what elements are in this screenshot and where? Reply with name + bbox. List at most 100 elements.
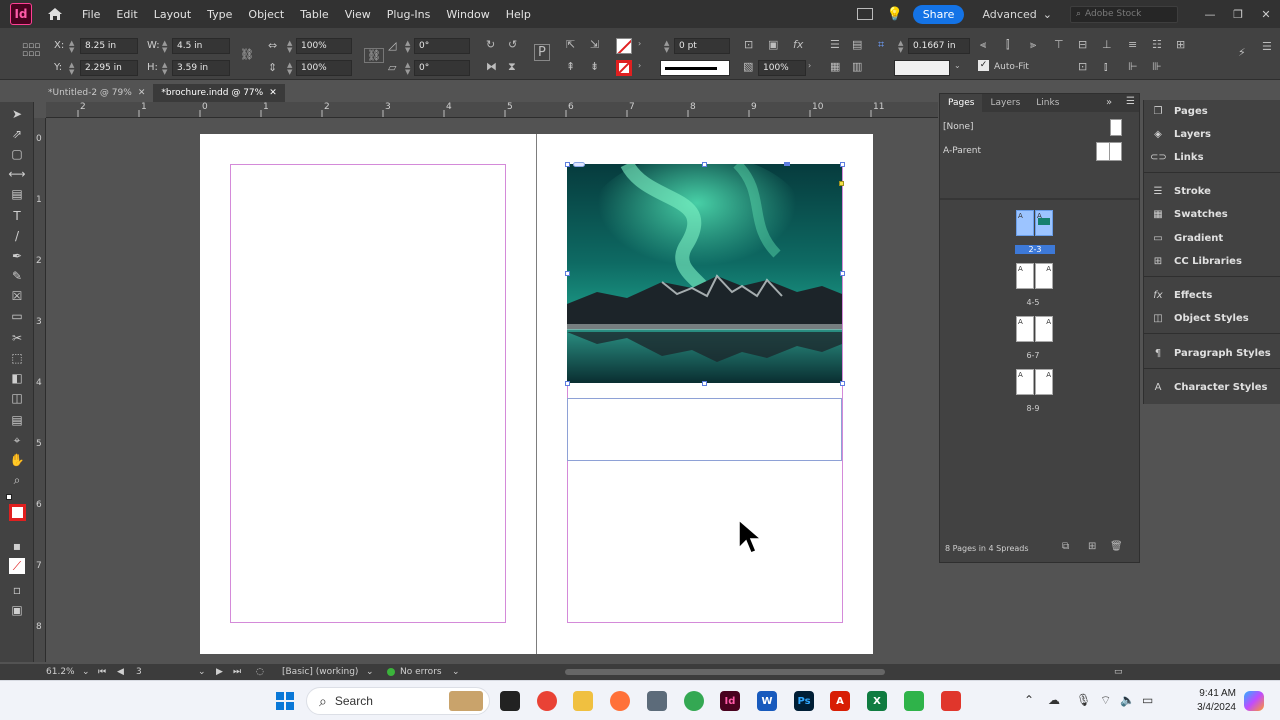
gradient-tool-icon[interactable]: ◧ <box>9 370 25 386</box>
distribute-top-icon[interactable]: ≡ <box>1128 38 1137 51</box>
dock-item-layers[interactable]: ◈ Layers <box>1150 125 1211 143</box>
collapse-panel-icon[interactable]: » <box>1106 97 1112 108</box>
direction-p-icon[interactable]: P <box>534 44 550 61</box>
select-next-icon[interactable]: ⇟ <box>590 60 599 73</box>
horizontal-scrollbar[interactable] <box>565 669 885 675</box>
menu-object[interactable]: Object <box>240 8 292 21</box>
align-top-edges-icon[interactable]: ⊤ <box>1054 38 1064 51</box>
acrobat-icon[interactable]: A <box>830 691 850 711</box>
rectangle-frame-tool-icon[interactable]: ☒ <box>9 288 25 304</box>
opacity-arrow-icon[interactable]: › <box>808 61 811 70</box>
direct-selection-tool-icon[interactable]: ⇗ <box>9 126 25 142</box>
frame-handle-br[interactable] <box>840 381 845 386</box>
page-thumb-2[interactable]: A <box>1016 210 1034 236</box>
close-window-button[interactable]: ✕ <box>1252 8 1280 21</box>
selection-anchor[interactable] <box>784 162 790 166</box>
line-tool-icon[interactable]: / <box>9 228 25 244</box>
close-icon[interactable]: ✕ <box>138 88 146 98</box>
rotate-ccw-icon[interactable]: ↺ <box>508 38 517 51</box>
apply-color-icon[interactable]: ▪ <box>9 538 25 554</box>
distribute-spacing-icon[interactable]: ⊪ <box>1152 60 1162 73</box>
rectangle-tool-icon[interactable]: ▭ <box>9 308 25 324</box>
screen-mode-icon[interactable]: ▣ <box>9 602 25 618</box>
errors-chevron-icon[interactable]: ⌄ <box>452 667 460 677</box>
pages-divider[interactable] <box>940 198 1139 200</box>
scale-x-field[interactable]: 100% <box>296 38 352 54</box>
frame-handle-ml[interactable] <box>565 271 570 276</box>
align-vcenter-icon[interactable]: ⊟ <box>1078 38 1087 51</box>
rotate-field[interactable]: 0° <box>414 38 470 54</box>
vertical-ruler[interactable]: 0 1 2 3 4 5 6 7 8 <box>34 118 46 662</box>
distribute-left-icon[interactable]: ⊡ <box>1078 60 1087 73</box>
page-thumb-9[interactable]: A <box>1035 369 1053 395</box>
microphone-icon[interactable]: 🎙 <box>1076 693 1091 707</box>
chevron-down-icon[interactable]: ⌄ <box>954 61 961 70</box>
gap-tool-icon[interactable]: ⟷ <box>8 166 25 182</box>
first-page-icon[interactable]: ⏮ <box>98 667 106 677</box>
w-stepper[interactable]: ▲ ▼ <box>162 40 167 54</box>
tab-untitled-2[interactable]: *Untitled-2 @ 79% ✕ <box>40 84 153 102</box>
dock-item-stroke[interactable]: ☰ Stroke <box>1150 182 1211 200</box>
spread-label-8-9[interactable]: 8-9 <box>1013 404 1053 413</box>
select-content-icon[interactable]: ⇲ <box>590 38 599 51</box>
tab-brochure[interactable]: *brochure.indd @ 77% ✕ <box>153 84 285 102</box>
autofit-checkbox[interactable]: ✓ <box>978 60 989 71</box>
page-thumb-3[interactable]: A <box>1035 210 1053 236</box>
stroke-arrow-icon[interactable]: › <box>638 61 641 70</box>
link-scale-icon[interactable]: ⛓ <box>364 48 384 63</box>
spread-label-2-3[interactable]: 2-3 <box>1015 245 1055 254</box>
photoshop-icon[interactable]: Ps <box>794 691 814 711</box>
align-hcenter-icon[interactable]: ⫿ <box>1006 38 1010 52</box>
menu-window[interactable]: Window <box>438 8 497 21</box>
fit-content-icon[interactable]: ▣ <box>768 38 778 51</box>
spread-label-4-5[interactable]: 4-5 <box>1013 298 1053 307</box>
zoom-level[interactable]: 61.2% <box>46 667 75 677</box>
menu-file[interactable]: File <box>74 8 108 21</box>
calculator-icon[interactable] <box>647 691 667 711</box>
delete-page-icon[interactable]: 🗑 <box>1110 541 1123 552</box>
x-stepper[interactable]: ▲ ▼ <box>69 40 74 54</box>
share-button[interactable]: Share <box>912 4 965 24</box>
scissors-tool-icon[interactable]: ✂ <box>9 330 25 346</box>
wifi-icon[interactable]: ⌔ <box>1100 693 1111 708</box>
fill-swatch[interactable] <box>616 38 632 54</box>
scale-y-stepper[interactable]: ▲ ▼ <box>287 62 292 76</box>
eyedropper-tool-icon[interactable]: ⌖ <box>9 432 25 448</box>
menu-table[interactable]: Table <box>292 8 336 21</box>
zoom-tool-icon[interactable]: ⌕ <box>9 472 25 488</box>
task-view-icon[interactable] <box>500 691 520 711</box>
windows-start-icon[interactable] <box>276 692 294 710</box>
page-thumb-4[interactable]: A <box>1016 263 1034 289</box>
frame-handle-tl[interactable] <box>565 162 570 167</box>
corner-live-icon[interactable] <box>839 181 844 186</box>
type-tool-icon[interactable]: T <box>9 208 25 224</box>
distribute-bottom-icon[interactable]: ⊞ <box>1176 38 1185 51</box>
current-page[interactable]: 3 <box>136 667 142 677</box>
rotate-stepper[interactable]: ▲ ▼ <box>405 40 410 54</box>
volume-icon[interactable]: 🔈 <box>1120 693 1135 707</box>
word-icon[interactable]: W <box>757 691 777 711</box>
stroke-weight-stepper[interactable]: ▲ ▼ <box>664 40 669 54</box>
empty-text-frame[interactable] <box>567 398 842 461</box>
fill-arrow-icon[interactable]: › <box>638 39 641 48</box>
scale-y-field[interactable]: 100% <box>296 60 352 76</box>
shear-stepper[interactable]: ▲ ▼ <box>405 62 410 76</box>
dock-item-object-styles[interactable]: ◫ Object Styles <box>1150 309 1248 327</box>
scale-x-stepper[interactable]: ▲ ▼ <box>287 40 292 54</box>
menu-layout[interactable]: Layout <box>146 8 199 21</box>
frame-handle-tr[interactable] <box>840 162 845 167</box>
selection-tool-icon[interactable]: ➤ <box>9 106 25 122</box>
stroke-type-select[interactable] <box>660 60 730 76</box>
previous-page-icon[interactable]: ◀ <box>117 667 124 677</box>
dock-item-pages[interactable]: ❐ Pages <box>1150 102 1208 120</box>
tab-links[interactable]: Links <box>1028 98 1067 108</box>
stroke-swatch[interactable] <box>616 60 632 76</box>
indesign-logo[interactable]: Id <box>10 3 32 25</box>
flip-horizontal-icon[interactable]: ⧓ <box>486 60 497 73</box>
apply-none-icon[interactable]: ⟋ <box>9 558 25 574</box>
y-stepper[interactable]: ▲ ▼ <box>69 62 74 76</box>
chrome-icon[interactable] <box>537 691 557 711</box>
text-wrap-object-icon[interactable]: ▦ <box>830 60 840 73</box>
corner-options-icon[interactable]: ⌗ <box>878 38 884 52</box>
excel-icon[interactable]: X <box>867 691 887 711</box>
